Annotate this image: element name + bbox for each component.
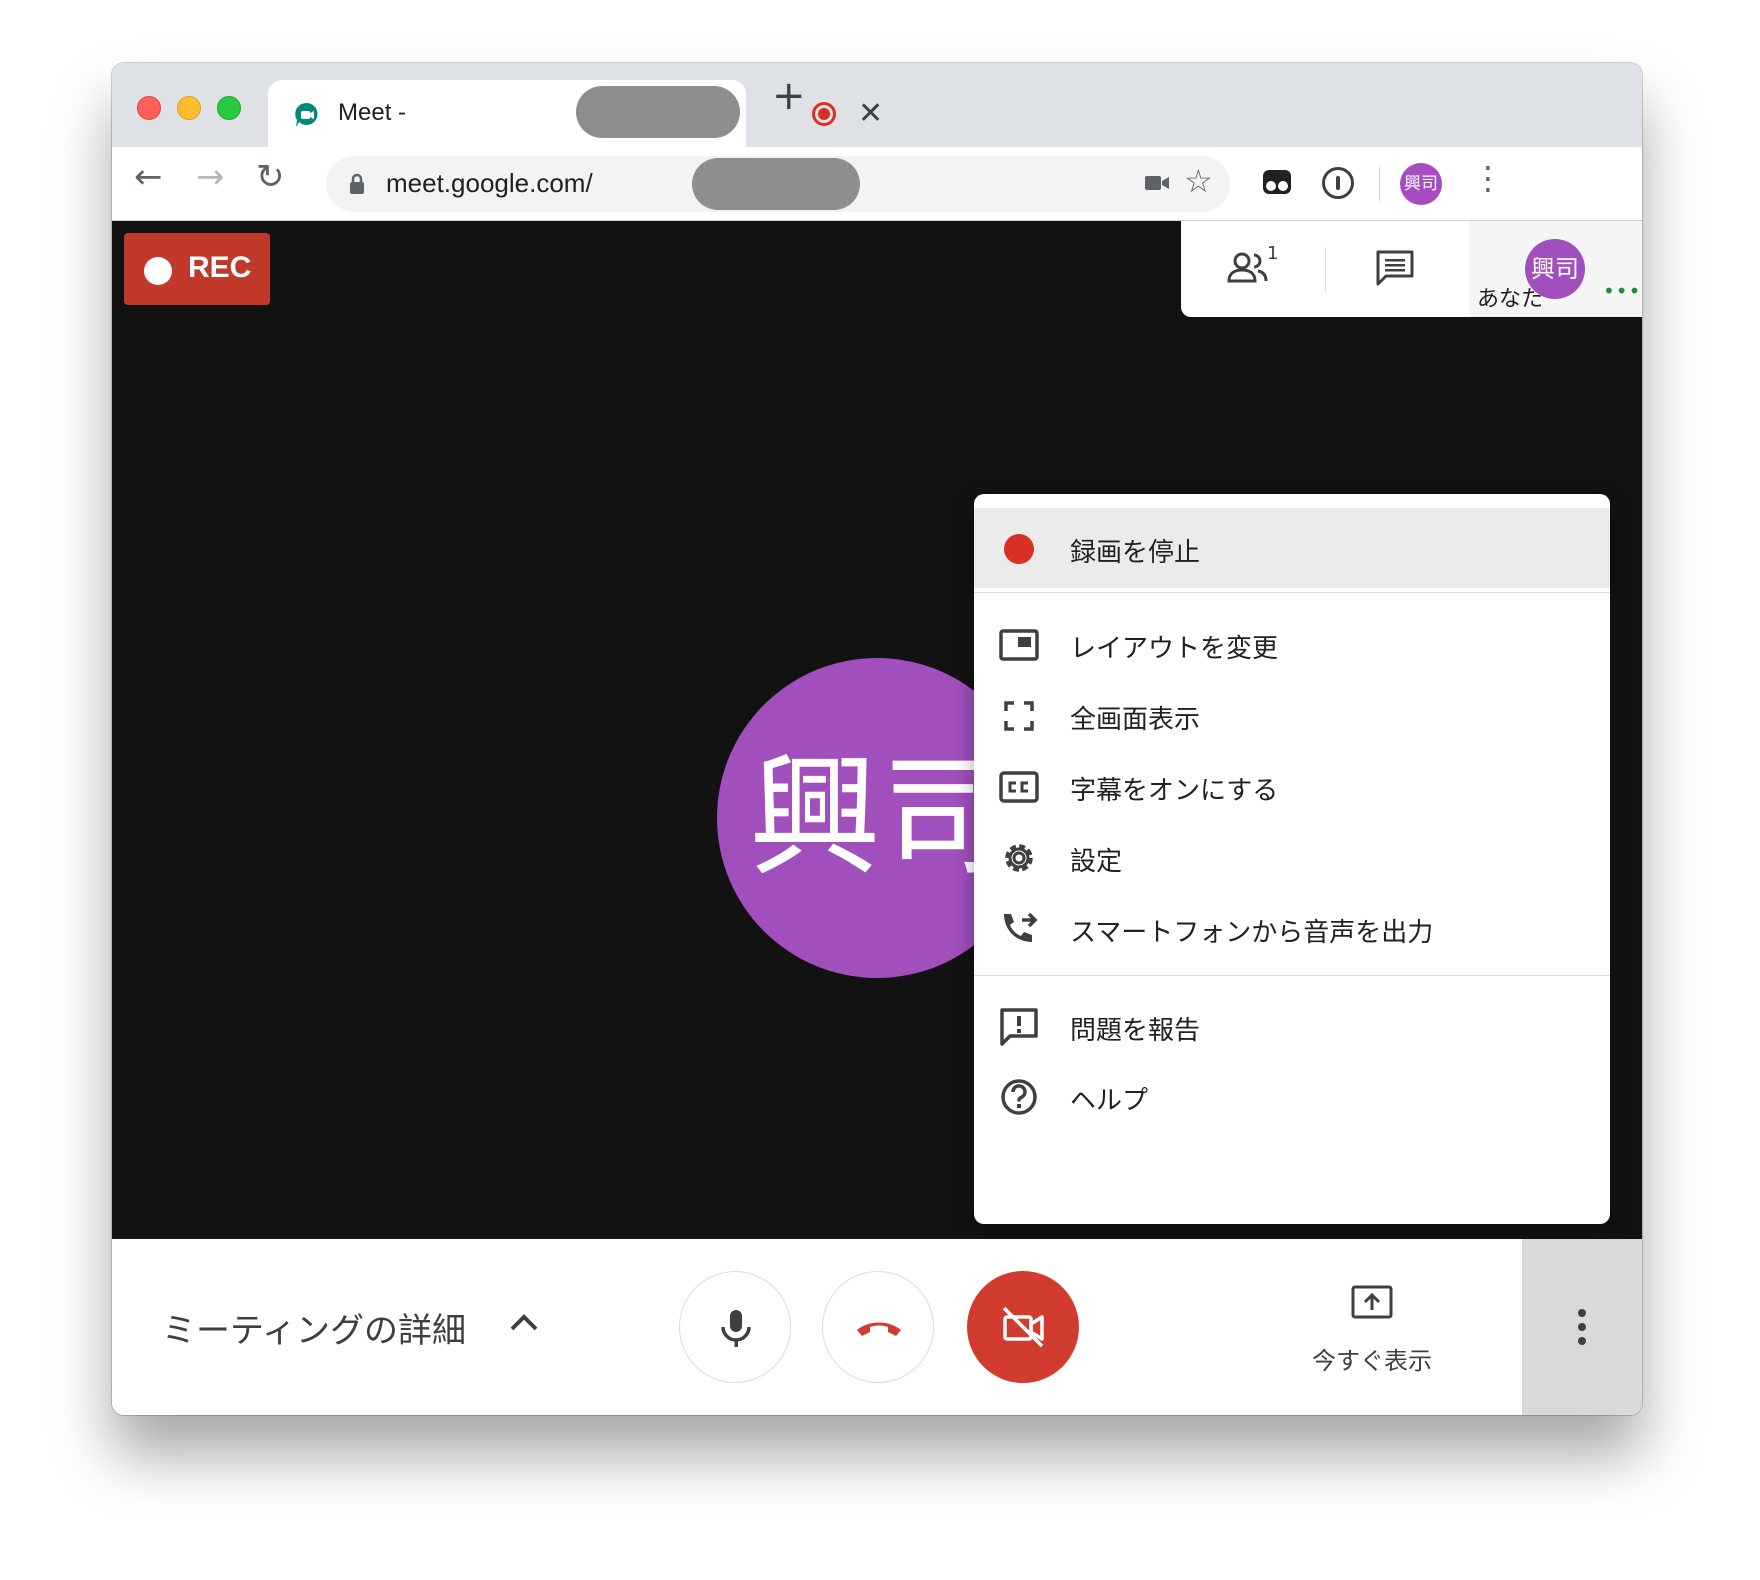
redacted-tab-text xyxy=(576,86,740,138)
present-now-button[interactable]: 今すぐ表示 xyxy=(1292,1283,1452,1383)
meeting-controls-bar: ミーティングの詳細 今すぐ表示 xyxy=(112,1239,1642,1415)
browser-menu-button[interactable]: ⋮ xyxy=(1472,159,1504,197)
back-button[interactable]: ← xyxy=(134,157,163,197)
present-screen-icon xyxy=(1351,1285,1393,1319)
more-dot xyxy=(1578,1309,1586,1317)
record-dot-icon xyxy=(1004,534,1034,564)
browser-window: Meet - ✕ + ← → ↻ meet.google.com/ ☆ 興司 ⋮… xyxy=(112,63,1642,1415)
menu-divider xyxy=(974,975,1610,976)
menu-item-change-layout[interactable]: レイアウトを変更 xyxy=(974,604,1610,684)
menu-item-label: ヘルプ xyxy=(1070,1086,1149,1116)
recording-dot-icon xyxy=(144,257,172,285)
zoom-window-button[interactable] xyxy=(217,96,241,120)
menu-item-captions[interactable]: 字幕をオンにする xyxy=(974,746,1610,826)
tab-close-button[interactable]: ✕ xyxy=(858,96,883,131)
toolbar-separator xyxy=(1379,167,1380,201)
meet-favicon-icon xyxy=(295,102,318,127)
menu-item-label: 設定 xyxy=(1070,847,1123,877)
people-count: 1 xyxy=(1267,243,1279,264)
extension-mask-icon[interactable] xyxy=(1262,169,1292,195)
meeting-top-panel: 1 興司 あなた ••• xyxy=(1181,221,1642,317)
meeting-details-button[interactable]: ミーティングの詳細 xyxy=(162,1303,466,1352)
camera-in-use-icon[interactable] xyxy=(1144,172,1170,194)
menu-divider xyxy=(974,592,1610,593)
more-options-menu: 録画を停止 レイアウトを変更 全画面表示 字幕をオンにする 設定 スマートフォン… xyxy=(974,494,1610,1224)
url-text: meet.google.com/ xyxy=(386,168,593,198)
feedback-icon xyxy=(1000,1008,1038,1046)
menu-item-label: 字幕をオンにする xyxy=(1070,776,1279,806)
menu-item-label: スマートフォンから音声を出力 xyxy=(1070,918,1434,948)
more-dot xyxy=(1578,1323,1586,1331)
menu-item-label: 全画面表示 xyxy=(1070,705,1201,735)
close-window-button[interactable] xyxy=(137,96,161,120)
new-tab-button[interactable]: + xyxy=(772,73,806,119)
menu-item-settings[interactable]: 設定 xyxy=(974,817,1610,897)
hang-up-button[interactable] xyxy=(822,1271,934,1383)
forward-button[interactable]: → xyxy=(196,157,225,197)
more-options-button[interactable] xyxy=(1522,1239,1642,1415)
browser-tab-meet[interactable]: Meet - ✕ xyxy=(268,80,883,147)
layout-icon xyxy=(999,629,1039,661)
menu-item-label: 問題を報告 xyxy=(1070,1016,1201,1046)
bookmark-star-icon[interactable]: ☆ xyxy=(1184,162,1213,200)
address-bar[interactable]: meet.google.com/ ☆ xyxy=(326,156,1230,212)
audio-level-dots: ••• xyxy=(1603,279,1642,303)
panel-separator xyxy=(1325,247,1326,293)
fullscreen-icon xyxy=(1004,701,1034,731)
recording-badge: REC xyxy=(124,233,270,305)
phone-forward-icon xyxy=(1004,912,1038,942)
menu-item-phone-audio[interactable]: スマートフォンから音声を出力 xyxy=(974,888,1610,968)
minimize-window-button[interactable] xyxy=(177,96,201,120)
meeting-stage: REC 興司 1 興司 あなた ••• 録画を停止 レイアウトを変更 全画面表示… xyxy=(112,221,1642,1239)
microphone-icon xyxy=(721,1310,751,1347)
tab-recording-icon xyxy=(812,102,836,126)
profile-avatar[interactable]: 興司 xyxy=(1400,163,1442,205)
help-icon xyxy=(1001,1079,1037,1115)
gear-icon xyxy=(1005,844,1033,872)
microphone-button[interactable] xyxy=(679,1271,791,1383)
closed-caption-icon xyxy=(999,771,1039,803)
camera-toggle-button[interactable] xyxy=(967,1271,1079,1383)
menu-item-help[interactable]: ヘルプ xyxy=(974,1056,1610,1136)
tab-title: Meet - xyxy=(338,99,407,126)
password-manager-extension-icon[interactable] xyxy=(1322,167,1354,199)
menu-item-label: レイアウトを変更 xyxy=(1070,634,1279,664)
menu-item-stop-recording[interactable]: 録画を停止 xyxy=(974,508,1610,588)
redacted-url xyxy=(692,158,860,210)
lock-icon xyxy=(350,173,364,194)
menu-item-fullscreen[interactable]: 全画面表示 xyxy=(974,675,1610,755)
recording-label: REC xyxy=(188,251,252,284)
chat-icon[interactable] xyxy=(1375,249,1415,287)
browser-toolbar: ← → ↻ meet.google.com/ ☆ 興司 ⋮ xyxy=(112,147,1642,221)
people-icon[interactable] xyxy=(1227,251,1269,283)
chevron-up-icon[interactable] xyxy=(508,1311,540,1333)
tab-strip: Meet - ✕ + xyxy=(112,63,1642,147)
self-tile[interactable]: 興司 あなた ••• xyxy=(1469,221,1642,317)
menu-item-label: 録画を停止 xyxy=(1070,538,1201,568)
more-dot xyxy=(1578,1337,1586,1345)
menu-item-report-problem[interactable]: 問題を報告 xyxy=(974,986,1610,1066)
present-now-label: 今すぐ表示 xyxy=(1312,1347,1432,1375)
hang-up-icon xyxy=(857,1322,901,1336)
camera-off-icon xyxy=(1002,1306,1044,1348)
self-label: あなた xyxy=(1477,287,1544,312)
reload-button[interactable]: ↻ xyxy=(256,157,285,197)
